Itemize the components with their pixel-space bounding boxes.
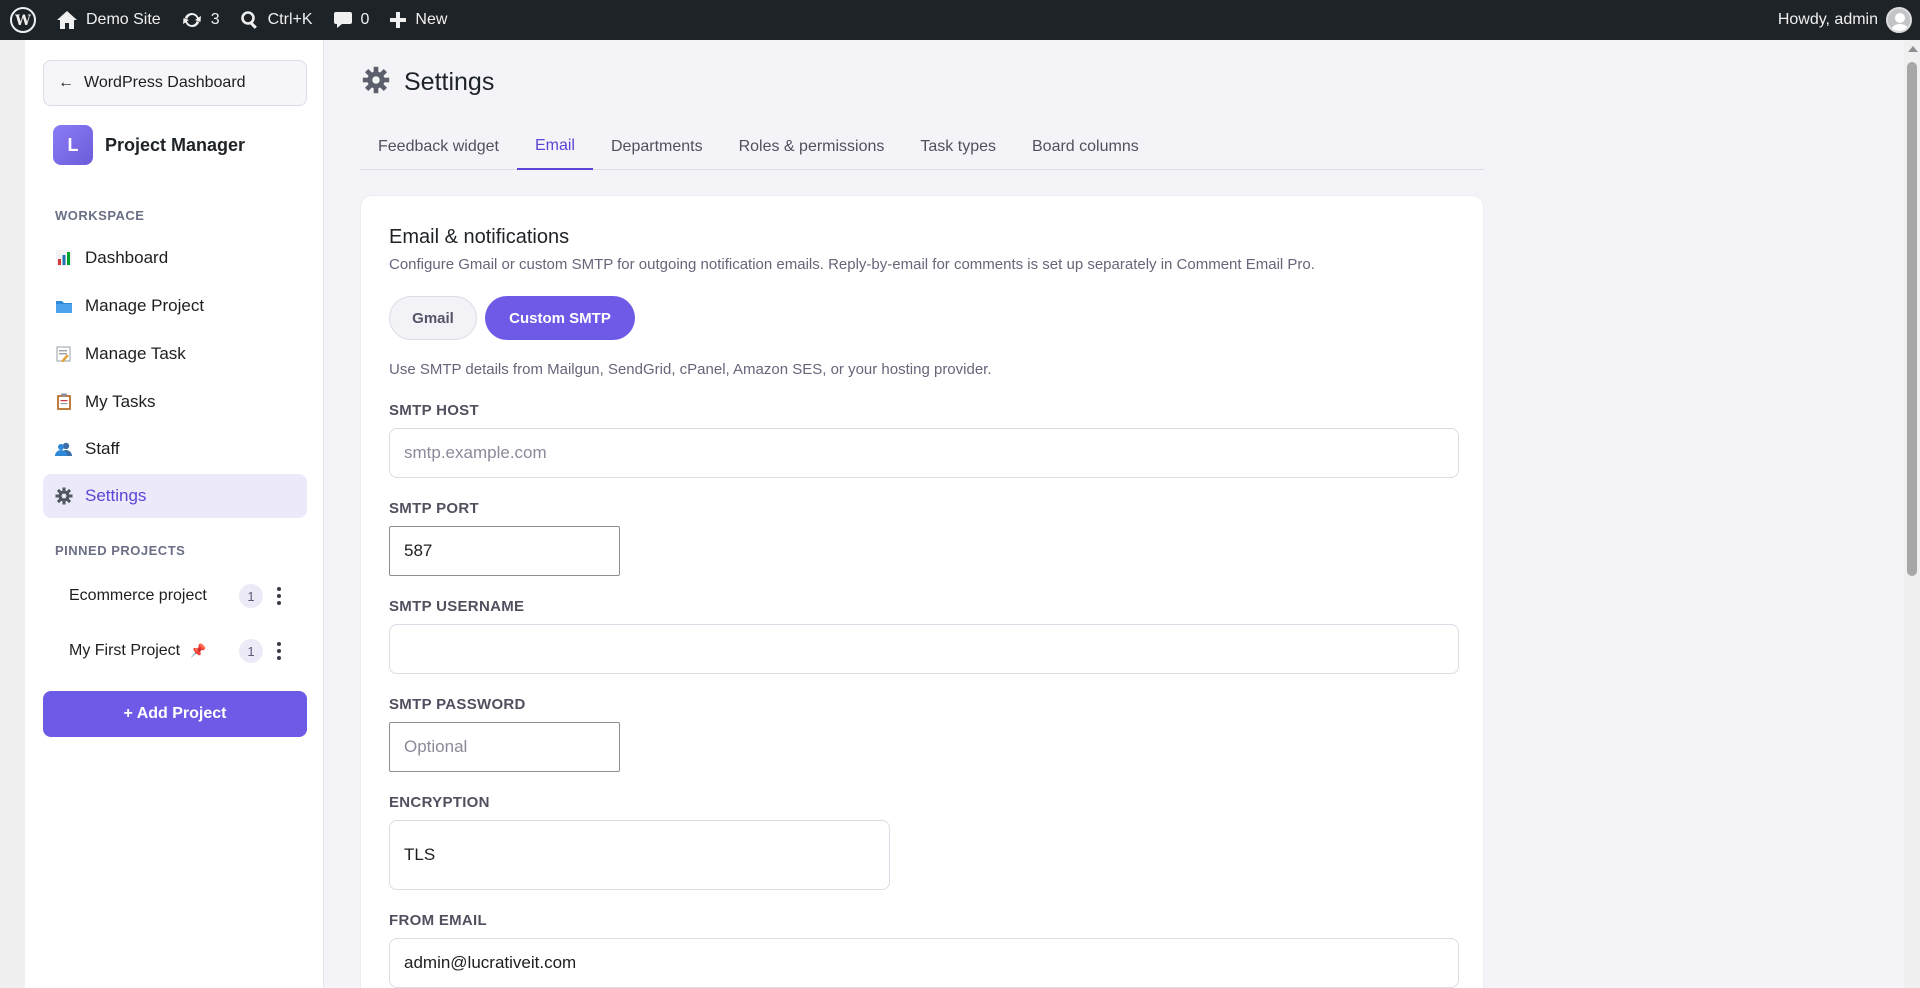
tab-board-columns[interactable]: Board columns xyxy=(1014,124,1157,170)
smtp-port-label: SMTP PORT xyxy=(389,500,479,517)
folder-icon xyxy=(55,297,73,315)
bar-chart-icon xyxy=(55,249,73,267)
add-project-button[interactable]: + Add Project xyxy=(43,691,307,737)
from-email-input[interactable]: admin@lucrativeit.com xyxy=(389,938,1459,988)
sidebar-item-label: Manage Project xyxy=(85,296,205,315)
search-link[interactable]: Ctrl+K xyxy=(230,0,323,40)
updates-link[interactable]: 3 xyxy=(171,0,230,40)
sidebar-item-label: Staff xyxy=(85,439,120,458)
sidebar-item-label: Dashboard xyxy=(85,248,169,267)
encryption-value: TLS xyxy=(404,845,436,864)
page-title: Settings xyxy=(404,68,495,96)
sidebar-item-staff[interactable]: Staff xyxy=(43,427,307,471)
sidebar-item-label: Settings xyxy=(85,486,147,505)
smtp-host-placeholder: smtp.example.com xyxy=(404,443,547,462)
smtp-password-label: SMTP PASSWORD xyxy=(389,696,526,713)
sidebar-item-my-tasks[interactable]: My Tasks xyxy=(43,380,307,424)
sidebar-item-dashboard[interactable]: Dashboard xyxy=(43,236,307,280)
wordpress-dashboard-button[interactable]: ← WordPress Dashboard xyxy=(43,60,307,106)
memo-icon xyxy=(55,345,73,363)
back-label: WordPress Dashboard xyxy=(84,74,246,91)
smtp-host-label: SMTP HOST xyxy=(389,402,479,419)
smtp-port-value: 587 xyxy=(404,541,433,560)
from-email-label: FROM EMAIL xyxy=(389,912,487,929)
avatar xyxy=(1886,7,1912,33)
sidebar-item-manage-project[interactable]: Manage Project xyxy=(43,284,307,328)
wordpress-logo-icon[interactable]: W xyxy=(0,0,46,40)
gear-icon xyxy=(362,66,390,99)
sidebar-item-label: Manage Task xyxy=(85,344,186,363)
people-icon xyxy=(55,440,73,458)
from-email-value: admin@lucrativeit.com xyxy=(404,953,577,972)
encryption-select[interactable]: TLS xyxy=(389,820,890,890)
pinned-project-name: Ecommerce project xyxy=(69,587,207,604)
email-settings-card: Email & notifications Configure Gmail or… xyxy=(360,195,1484,988)
workspace-label: WORKSPACE xyxy=(55,208,145,223)
plus-icon xyxy=(390,12,407,28)
card-description: Configure Gmail or custom SMTP for outgo… xyxy=(389,256,1315,273)
brand-name: Project Manager xyxy=(105,134,246,155)
pushpin-icon: 📌 xyxy=(190,643,207,658)
pinned-project-item[interactable]: My First Project 📌 1 xyxy=(43,629,307,673)
site-name-link[interactable]: Demo Site xyxy=(46,0,171,40)
page-header: Settings xyxy=(362,66,494,99)
smtp-username-input[interactable] xyxy=(389,624,1459,674)
custom-smtp-toggle-button[interactable]: Custom SMTP xyxy=(485,296,635,340)
comments-count: 0 xyxy=(360,11,370,28)
new-content-link[interactable]: New xyxy=(379,0,457,40)
more-options-icon[interactable] xyxy=(269,584,289,608)
pinned-project-count: 1 xyxy=(239,639,263,663)
smtp-hint: Use SMTP details from Mailgun, SendGrid,… xyxy=(389,361,992,378)
sidebar-item-settings[interactable]: Settings xyxy=(43,474,307,518)
pinned-project-count: 1 xyxy=(239,584,263,608)
brand-logo: L xyxy=(53,125,93,165)
scrollbar-thumb[interactable] xyxy=(1907,62,1917,576)
home-icon xyxy=(57,11,77,29)
smtp-host-input[interactable]: smtp.example.com xyxy=(389,428,1459,478)
encryption-label: ENCRYPTION xyxy=(389,794,490,811)
site-name: Demo Site xyxy=(86,11,161,28)
tab-roles-permissions[interactable]: Roles & permissions xyxy=(721,124,903,170)
arrow-left-icon: ← xyxy=(58,74,74,91)
new-label: New xyxy=(415,11,448,28)
howdy-text: Howdy, admin xyxy=(1777,11,1878,28)
pinned-project-item[interactable]: Ecommerce project 1 xyxy=(43,574,307,618)
sidebar: ← WordPress Dashboard L Project Manager … xyxy=(25,40,324,988)
updates-count: 3 xyxy=(210,11,220,28)
smtp-username-label: SMTP USERNAME xyxy=(389,598,525,615)
tab-email[interactable]: Email xyxy=(516,124,593,170)
clipboard-icon xyxy=(55,393,73,411)
comments-link[interactable]: 0 xyxy=(323,0,380,40)
search-shortcut: Ctrl+K xyxy=(267,11,313,28)
search-icon xyxy=(240,11,257,29)
sidebar-item-manage-task[interactable]: Manage Task xyxy=(43,332,307,376)
admin-bar: W Demo Site 3 Ctrl+K 0 New Howdy, admin xyxy=(0,0,1920,40)
gear-icon xyxy=(55,487,73,505)
card-title: Email & notifications xyxy=(389,226,570,248)
smtp-password-input[interactable]: Optional xyxy=(389,722,620,772)
scroll-up-arrow-icon[interactable] xyxy=(1908,46,1918,52)
page-scrollbar[interactable] xyxy=(1904,40,1920,988)
main-content: Settings Feedback widget Email Departmen… xyxy=(324,40,1904,988)
smtp-password-placeholder: Optional xyxy=(404,737,468,756)
account-menu[interactable]: Howdy, admin xyxy=(1778,7,1920,33)
pinned-project-name: My First Project xyxy=(69,642,181,659)
tab-task-types[interactable]: Task types xyxy=(902,124,1014,170)
left-gutter xyxy=(0,40,25,988)
more-options-icon[interactable] xyxy=(269,639,289,663)
sidebar-item-label: My Tasks xyxy=(85,392,156,411)
brand: L Project Manager xyxy=(53,125,245,165)
tab-departments[interactable]: Departments xyxy=(593,124,721,170)
comment-icon xyxy=(333,12,352,28)
settings-tabs: Feedback widget Email Departments Roles … xyxy=(360,124,1484,170)
updates-icon xyxy=(182,12,201,28)
tab-feedback-widget[interactable]: Feedback widget xyxy=(360,124,517,170)
pinned-projects-label: PINNED PROJECTS xyxy=(55,543,186,558)
svg-text:W: W xyxy=(14,13,31,29)
gmail-toggle-button[interactable]: Gmail xyxy=(389,296,477,340)
smtp-port-input[interactable]: 587 xyxy=(389,526,620,576)
